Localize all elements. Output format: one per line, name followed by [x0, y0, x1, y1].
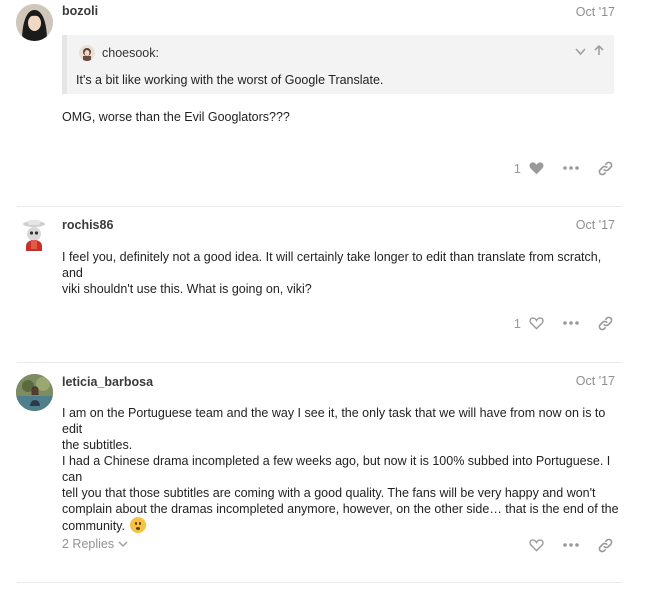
avatar-rochis86[interactable] [16, 216, 53, 253]
heart-icon[interactable] [526, 313, 546, 333]
quote-block: choesook: It's a bit like working with t… [62, 35, 614, 94]
post-body-line: viki shouldn't use this. What is going o… [62, 282, 312, 296]
post-leticia-barbosa: leticia_barbosa Oct '17 I am on the Port… [0, 363, 661, 585]
post-actions [526, 535, 615, 555]
post-bozoli: bozoli Oct '17 choesook: It's a bit like… [0, 0, 661, 207]
like-count[interactable]: 1 [514, 161, 521, 176]
avatar-leticia-barbosa[interactable] [16, 374, 53, 411]
heart-icon[interactable] [526, 535, 546, 555]
post-body-line: the subtitles. [62, 438, 133, 452]
post-actions: 1 [514, 158, 615, 178]
ellipsis-icon[interactable] [561, 158, 581, 178]
post-body: I am on the Portuguese team and the way … [62, 405, 622, 534]
post-date[interactable]: Oct '17 [576, 374, 615, 388]
post-body-line: community. [62, 519, 125, 533]
ellipsis-icon[interactable] [561, 535, 581, 555]
post-body: I feel you, definitely not a good idea. … [62, 249, 622, 297]
post-username[interactable]: leticia_barbosa [62, 375, 153, 389]
post-body-line: complain about the dramas incompleted an… [62, 502, 619, 516]
like-count[interactable]: 1 [514, 316, 521, 331]
post-username[interactable]: rochis86 [62, 218, 113, 232]
post-username[interactable]: bozoli [62, 4, 98, 18]
arrow-up-icon[interactable] [594, 44, 604, 59]
quote-username: choesook: [102, 46, 159, 60]
post-body: OMG, worse than the Evil Googlators??? [62, 110, 290, 124]
post-rochis86: rochis86 Oct '17 I feel you, definitely … [0, 207, 661, 363]
avatar-bozoli[interactable] [16, 4, 53, 41]
post-body-line: tell you that those subtitles are coming… [62, 486, 596, 500]
link-icon[interactable] [595, 313, 615, 333]
post-body-line: I had a Chinese drama incompleted a few … [62, 454, 611, 484]
ellipsis-icon[interactable] [561, 313, 581, 333]
chevron-down-icon[interactable] [575, 44, 594, 59]
post-body-line: I feel you, definitely not a good idea. … [62, 250, 602, 280]
post-date[interactable]: Oct '17 [576, 218, 615, 232]
link-icon[interactable] [595, 158, 615, 178]
replies-toggle[interactable]: 2 Replies [62, 537, 128, 551]
heart-icon[interactable] [526, 158, 546, 178]
post-actions: 1 [514, 313, 615, 333]
post-date[interactable]: Oct '17 [576, 5, 615, 19]
link-icon[interactable] [595, 535, 615, 555]
quote-avatar[interactable] [79, 45, 95, 61]
quote-tools [575, 44, 604, 59]
post-body-last-line: community. [62, 517, 622, 534]
replies-label: 2 Replies [62, 537, 115, 551]
post-body-line: I am on the Portuguese team and the way … [62, 406, 606, 436]
quote-text: It's a bit like working with the worst o… [76, 73, 384, 87]
frowning-face-emoji [130, 517, 147, 533]
post-divider [17, 582, 622, 583]
chevron-down-icon [118, 537, 128, 551]
